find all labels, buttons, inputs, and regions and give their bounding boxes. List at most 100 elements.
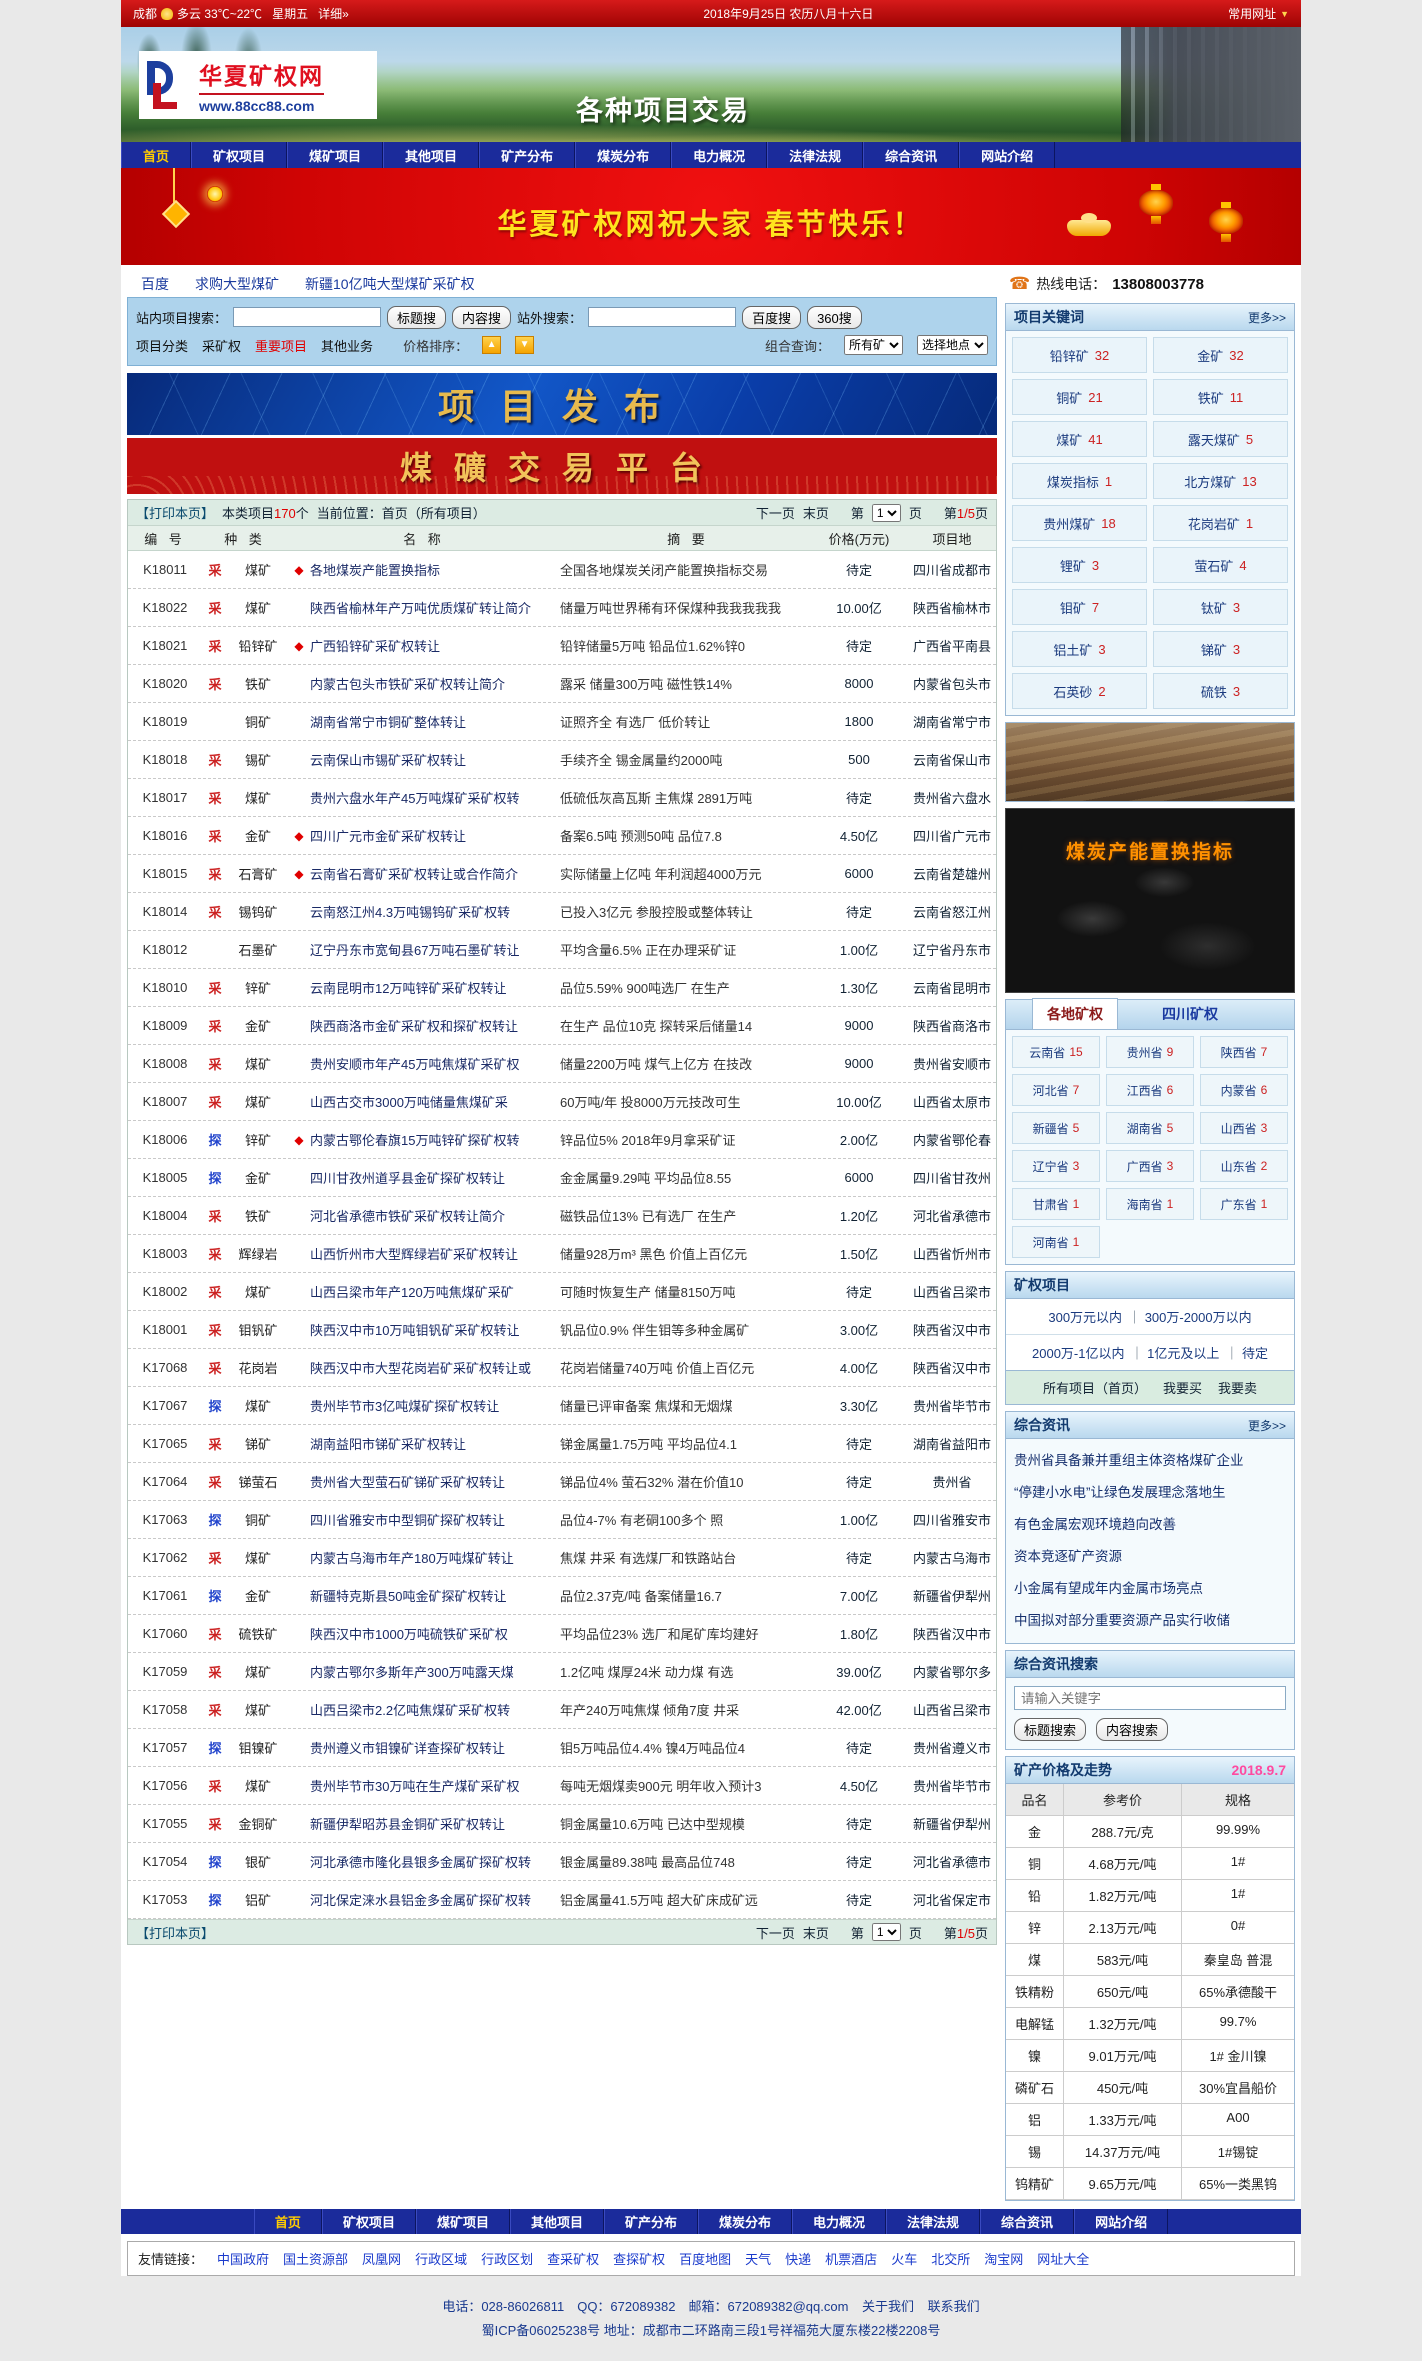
next-page-link[interactable]: 下一页 [756, 503, 795, 522]
nav-item[interactable]: 首页 [121, 142, 191, 168]
row-project-name[interactable]: 山西吕梁市2.2亿吨焦煤矿采矿权转 [310, 1700, 560, 1719]
filter-link[interactable]: 重要项目 [255, 336, 307, 355]
festival-banner[interactable]: 华夏矿权网祝大家 春节快乐！ [121, 168, 1301, 265]
coal-trade-banner[interactable]: 煤礦交易平台 [127, 438, 997, 494]
keyword-item[interactable]: 硫铁 3 [1153, 673, 1288, 709]
tab-sichuan[interactable]: 四川矿权 [1148, 999, 1232, 1029]
keyword-item[interactable]: 铅锌矿 32 [1012, 337, 1147, 373]
bottom-nav-item[interactable]: 煤炭分布 [698, 2209, 792, 2234]
content-search-button[interactable]: 内容搜 [452, 306, 511, 329]
keyword-item[interactable]: 花岗岩矿 1 [1153, 505, 1288, 541]
nav-item[interactable]: 电力概况 [671, 142, 767, 168]
friend-link[interactable]: 行政区划 [481, 2249, 533, 2268]
row-project-name[interactable]: 四川省雅安市中型铜矿探矿权转让 [310, 1510, 560, 1529]
filter-link[interactable]: 采矿权 [202, 336, 241, 355]
row-project-name[interactable]: 湖南省常宁市铜矿整体转让 [310, 712, 560, 731]
keyword-item[interactable]: 石英砂 2 [1012, 673, 1147, 709]
tab-all-regions[interactable]: 各地矿权 [1032, 998, 1118, 1029]
news-item[interactable]: “停建小水电”让绿色发展理念落地生 [1012, 1475, 1288, 1507]
site-logo[interactable]: 华夏矿权网 www.88cc88.com [139, 51, 377, 119]
row-project-name[interactable]: 云南省石膏矿采矿权转让或合作简介 [310, 864, 560, 883]
row-project-name[interactable]: 四川甘孜州道孚县金矿探矿权转让 [310, 1168, 560, 1187]
hot-link[interactable]: 求购大型煤矿 [195, 274, 279, 294]
bottom-nav-item[interactable]: 网站介绍 [1074, 2209, 1168, 2234]
friend-link[interactable]: 天气 [745, 2249, 771, 2268]
sort-ascending-button[interactable]: ▲ [482, 336, 501, 354]
row-project-name[interactable]: 辽宁丹东市宽甸县67万吨石墨矿转让 [310, 940, 560, 959]
friend-link[interactable]: 快递 [785, 2249, 811, 2268]
row-project-name[interactable]: 内蒙古鄂伦春旗15万吨锌矿探矿权转 [310, 1130, 560, 1149]
filter-link[interactable]: 其他业务 [321, 336, 373, 355]
price-range-link[interactable]: 300万元以内 [1048, 1307, 1122, 1326]
last-page-link[interactable]: 末页 [803, 503, 829, 522]
bottom-nav-item[interactable]: 矿权项目 [322, 2209, 416, 2234]
row-project-name[interactable]: 新疆伊犁昭苏县金铜矿采矿权转让 [310, 1814, 560, 1833]
friend-link[interactable]: 凤凰网 [362, 2249, 401, 2268]
row-project-name[interactable]: 各地煤炭产能置换指标 [310, 560, 560, 579]
region-item[interactable]: 甘肃省 1 [1012, 1188, 1100, 1220]
friend-link[interactable]: 北交所 [931, 2249, 970, 2268]
news-item[interactable]: 资本竞逐矿产资源 [1012, 1539, 1288, 1571]
nav-item[interactable]: 其他项目 [383, 142, 479, 168]
baidu-search-button[interactable]: 百度搜 [742, 306, 801, 329]
row-project-name[interactable]: 云南保山市锡矿采矿权转让 [310, 750, 560, 769]
region-item[interactable]: 山西省 3 [1200, 1112, 1288, 1144]
bottom-nav-item[interactable]: 其他项目 [510, 2209, 604, 2234]
region-item[interactable]: 广东省 1 [1200, 1188, 1288, 1220]
price-range-link[interactable]: 300万-2000万以内 [1128, 1307, 1252, 1326]
friend-link[interactable]: 火车 [891, 2249, 917, 2268]
nav-item[interactable]: 煤矿项目 [287, 142, 383, 168]
nav-item[interactable]: 法律法规 [767, 142, 863, 168]
row-project-name[interactable]: 山西忻州市大型辉绿岩矿采矿权转让 [310, 1244, 560, 1263]
keyword-item[interactable]: 铝土矿 3 [1012, 631, 1147, 667]
row-project-name[interactable]: 云南怒江州4.3万吨锡钨矿采矿权转 [310, 902, 560, 921]
keyword-item[interactable]: 贵州煤矿 18 [1012, 505, 1147, 541]
contact-us-link[interactable]: 联系我们 [928, 2299, 980, 2314]
hot-link[interactable]: 新疆10亿吨大型煤矿采矿权 [305, 274, 475, 294]
nav-item[interactable]: 综合资讯 [863, 142, 959, 168]
open-pit-mine-image[interactable] [1005, 722, 1295, 802]
news-more-link[interactable]: 更多>> [1248, 1417, 1286, 1434]
row-project-name[interactable]: 陕西商洛市金矿采矿权和探矿权转让 [310, 1016, 560, 1035]
page-select[interactable]: 1 [872, 504, 901, 522]
nav-item[interactable]: 矿权项目 [191, 142, 287, 168]
region-item[interactable]: 陕西省 7 [1200, 1036, 1288, 1068]
row-project-name[interactable]: 湖南益阳市锑矿采矿权转让 [310, 1434, 560, 1453]
region-item[interactable]: 贵州省 9 [1106, 1036, 1194, 1068]
row-project-name[interactable]: 陕西汉中市1000万吨硫铁矿采矿权 [310, 1624, 560, 1643]
project-quick-link[interactable]: 我要卖 [1218, 1378, 1257, 1397]
keyword-item[interactable]: 铁矿 11 [1153, 379, 1288, 415]
friend-link[interactable]: 机票酒店 [825, 2249, 877, 2268]
title-search-button[interactable]: 标题搜 [387, 306, 446, 329]
price-range-link[interactable]: 2000万-1亿以内 [1032, 1343, 1124, 1362]
bottom-nav-item[interactable]: 法律法规 [886, 2209, 980, 2234]
friend-link[interactable]: 网址大全 [1037, 2249, 1089, 2268]
project-quick-link[interactable]: 我要买 [1163, 1378, 1202, 1397]
region-item[interactable]: 山东省 2 [1200, 1150, 1288, 1182]
keyword-item[interactable]: 露天煤矿 5 [1153, 421, 1288, 457]
project-publish-banner[interactable]: 项目发布 [127, 373, 997, 435]
region-item[interactable]: 云南省 15 [1012, 1036, 1100, 1068]
quicklinks-menu[interactable]: 常用网址 [1228, 5, 1276, 22]
keyword-item[interactable]: 金矿 32 [1153, 337, 1288, 373]
external-search-input[interactable] [588, 307, 736, 327]
bottom-nav-item[interactable]: 矿产分布 [604, 2209, 698, 2234]
row-project-name[interactable]: 贵州遵义市钼镍矿详查探矿权转让 [310, 1738, 560, 1757]
friend-link[interactable]: 国土资源部 [283, 2249, 348, 2268]
row-project-name[interactable]: 新疆特克斯县50吨金矿探矿权转让 [310, 1586, 560, 1605]
region-item[interactable]: 江西省 6 [1106, 1074, 1194, 1106]
friend-link[interactable]: 查探矿权 [613, 2249, 665, 2268]
row-project-name[interactable]: 陕西汉中市10万吨钼钒矿采矿权转让 [310, 1320, 560, 1339]
nav-item[interactable]: 网站介绍 [959, 142, 1055, 168]
friend-link[interactable]: 淘宝网 [984, 2249, 1023, 2268]
region-item[interactable]: 河南省 1 [1012, 1226, 1100, 1258]
sort-descending-button[interactable]: ▼ [515, 336, 534, 354]
region-item[interactable]: 海南省 1 [1106, 1188, 1194, 1220]
row-project-name[interactable]: 贵州省大型萤石矿锑矿采矿权转让 [310, 1472, 560, 1491]
row-project-name[interactable]: 内蒙古鄂尔多斯年产300万吨露天煤 [310, 1662, 560, 1681]
row-project-name[interactable]: 山西古交市3000万吨储量焦煤矿采 [310, 1092, 560, 1111]
bottom-nav-item[interactable]: 煤矿项目 [416, 2209, 510, 2234]
last-page-link[interactable]: 末页 [803, 1923, 829, 1942]
bottom-nav-item[interactable]: 综合资讯 [980, 2209, 1074, 2234]
price-range-link[interactable]: 1亿元及以上 [1130, 1343, 1219, 1362]
